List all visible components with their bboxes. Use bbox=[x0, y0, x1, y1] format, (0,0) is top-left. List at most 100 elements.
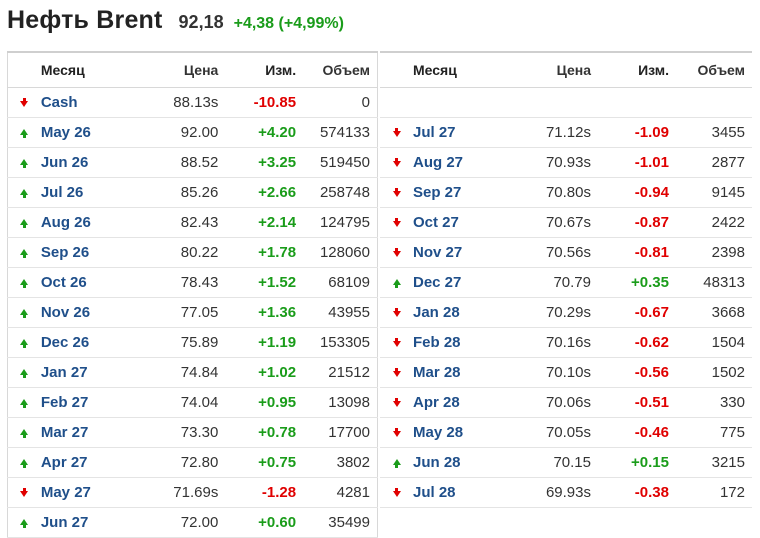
change-cell: +1.19 bbox=[218, 327, 297, 358]
month-link[interactable]: Cash bbox=[40, 87, 127, 118]
table-row[interactable]: Mar 27 73.30 +0.78 17700 bbox=[7, 417, 378, 448]
direction-cell bbox=[380, 387, 413, 418]
volume-cell: 519450 bbox=[296, 147, 378, 178]
month-link[interactable]: Jun 26 bbox=[40, 147, 127, 178]
table-row[interactable]: Jun 26 88.52 +3.25 519450 bbox=[7, 147, 378, 178]
table-row[interactable]: May 27 71.69s -1.28 4281 bbox=[7, 477, 378, 508]
direction-cell bbox=[380, 267, 413, 298]
month-link[interactable]: Jul 26 bbox=[40, 177, 127, 208]
arrow-up-icon bbox=[20, 459, 29, 469]
table-row[interactable]: Mar 28 70.10s -0.56 1502 bbox=[380, 357, 752, 388]
volume-cell: 1504 bbox=[669, 327, 752, 358]
month-link[interactable]: May 27 bbox=[40, 477, 127, 508]
month-column-header[interactable]: Месяц bbox=[40, 52, 127, 88]
month-link[interactable]: Feb 28 bbox=[413, 327, 499, 358]
table-row[interactable]: Cash 88.13s -10.85 0 bbox=[7, 87, 378, 118]
month-link[interactable]: Jul 28 bbox=[413, 477, 499, 508]
volume-cell: 330 bbox=[669, 387, 752, 418]
month-link[interactable]: Oct 26 bbox=[40, 267, 127, 298]
table-row[interactable]: Sep 27 70.80s -0.94 9145 bbox=[380, 177, 752, 208]
direction-cell bbox=[7, 357, 41, 388]
month-link[interactable]: Feb 27 bbox=[40, 387, 127, 418]
table-row[interactable]: Jul 27 71.12s -1.09 3455 bbox=[380, 117, 752, 148]
month-link[interactable]: Jun 27 bbox=[40, 507, 127, 538]
table-row[interactable]: Feb 28 70.16s -0.62 1504 bbox=[380, 327, 752, 358]
volume-column-header[interactable]: Объем bbox=[296, 52, 378, 88]
table-row[interactable]: Jan 27 74.84 +1.02 21512 bbox=[7, 357, 378, 388]
table-row[interactable]: Dec 26 75.89 +1.19 153305 bbox=[7, 327, 378, 358]
month-column-header[interactable]: Месяц bbox=[413, 52, 499, 88]
volume-cell: 17700 bbox=[296, 417, 378, 448]
volume-cell: 153305 bbox=[296, 327, 378, 358]
table-row[interactable]: Jul 28 69.93s -0.38 172 bbox=[380, 477, 752, 508]
table-row[interactable]: Sep 26 80.22 +1.78 128060 bbox=[7, 237, 378, 268]
volume-cell: 2877 bbox=[669, 147, 752, 178]
month-link[interactable]: Mar 28 bbox=[413, 357, 499, 388]
price-cell: 71.69s bbox=[126, 477, 219, 508]
change-cell: +4.20 bbox=[218, 117, 297, 148]
table-row[interactable]: May 28 70.05s -0.46 775 bbox=[380, 417, 752, 448]
arrow-down-icon bbox=[392, 488, 401, 498]
volume-cell: 13098 bbox=[296, 387, 378, 418]
volume-column-header[interactable]: Объем bbox=[669, 52, 752, 88]
table-row[interactable]: Aug 26 82.43 +2.14 124795 bbox=[7, 207, 378, 238]
table-row[interactable]: Aug 27 70.93s -1.01 2877 bbox=[380, 147, 752, 178]
month-link[interactable]: Dec 26 bbox=[40, 327, 127, 358]
month-link[interactable]: May 26 bbox=[40, 117, 127, 148]
table-row[interactable]: Nov 27 70.56s -0.81 2398 bbox=[380, 237, 752, 268]
month-link[interactable]: Jan 27 bbox=[40, 357, 127, 388]
direction-cell bbox=[380, 327, 413, 358]
month-link[interactable]: Jun 28 bbox=[413, 447, 499, 478]
table-row[interactable]: Oct 26 78.43 +1.52 68109 bbox=[7, 267, 378, 298]
futures-table-right: Месяц Цена Изм. Объем Jul 27 71.12s -1.09 3… bbox=[380, 51, 752, 508]
table-row[interactable]: Nov 26 77.05 +1.36 43955 bbox=[7, 297, 378, 328]
change-cell: +0.75 bbox=[218, 447, 297, 478]
month-link[interactable]: Aug 27 bbox=[413, 147, 499, 178]
table-row[interactable]: Jun 28 70.15 +0.15 3215 bbox=[380, 447, 752, 478]
arrow-down-icon bbox=[392, 218, 401, 228]
change-column-header[interactable]: Изм. bbox=[218, 52, 297, 88]
table-row[interactable]: Apr 28 70.06s -0.51 330 bbox=[380, 387, 752, 418]
direction-cell bbox=[380, 147, 413, 178]
volume-cell: 258748 bbox=[296, 177, 378, 208]
arrow-down-icon bbox=[392, 188, 401, 198]
table-row[interactable]: Jul 26 85.26 +2.66 258748 bbox=[7, 177, 378, 208]
change-cell: +0.35 bbox=[591, 267, 669, 298]
change-column-header[interactable]: Изм. bbox=[591, 52, 669, 88]
table-row[interactable]: Oct 27 70.67s -0.87 2422 bbox=[380, 207, 752, 238]
price-cell: 70.80s bbox=[499, 177, 591, 208]
table-row[interactable]: Jun 27 72.00 +0.60 35499 bbox=[7, 507, 378, 538]
table-row[interactable]: May 26 92.00 +4.20 574133 bbox=[7, 117, 378, 148]
month-link[interactable]: Nov 26 bbox=[40, 297, 127, 328]
price-cell: 75.89 bbox=[126, 327, 219, 358]
arrow-column-header bbox=[380, 52, 413, 88]
table-row[interactable]: Dec 27 70.79 +0.35 48313 bbox=[380, 267, 752, 298]
month-link[interactable]: Sep 27 bbox=[413, 177, 499, 208]
table-row[interactable]: Jan 28 70.29s -0.67 3668 bbox=[380, 297, 752, 328]
month-link[interactable]: Oct 27 bbox=[413, 207, 499, 238]
price-cell: 70.16s bbox=[499, 327, 591, 358]
month-link[interactable]: Sep 26 bbox=[40, 237, 127, 268]
price-cell: 70.29s bbox=[499, 297, 591, 328]
month-link[interactable]: Jul 27 bbox=[413, 117, 499, 148]
month-link[interactable]: Jan 28 bbox=[413, 297, 499, 328]
price-column-header[interactable]: Цена bbox=[126, 52, 219, 88]
table-row[interactable]: Apr 27 72.80 +0.75 3802 bbox=[7, 447, 378, 478]
change-cell: -0.56 bbox=[591, 357, 669, 388]
arrow-down-icon bbox=[392, 158, 401, 168]
month-link[interactable]: Apr 27 bbox=[40, 447, 127, 478]
month-link[interactable]: Mar 27 bbox=[40, 417, 127, 448]
arrow-down-icon bbox=[392, 368, 401, 378]
month-link[interactable]: Apr 28 bbox=[413, 387, 499, 418]
page-title: Нефть Brent bbox=[7, 6, 163, 34]
month-link[interactable]: May 28 bbox=[413, 417, 499, 448]
month-link[interactable]: Aug 26 bbox=[40, 207, 127, 238]
month-link[interactable]: Dec 27 bbox=[413, 267, 499, 298]
volume-cell: 68109 bbox=[296, 267, 378, 298]
month-link[interactable]: Nov 27 bbox=[413, 237, 499, 268]
price-column-header[interactable]: Цена bbox=[499, 52, 591, 88]
arrow-down-icon bbox=[392, 308, 401, 318]
change-cell: -0.62 bbox=[591, 327, 669, 358]
price-cell: 70.56s bbox=[499, 237, 591, 268]
table-row[interactable]: Feb 27 74.04 +0.95 13098 bbox=[7, 387, 378, 418]
